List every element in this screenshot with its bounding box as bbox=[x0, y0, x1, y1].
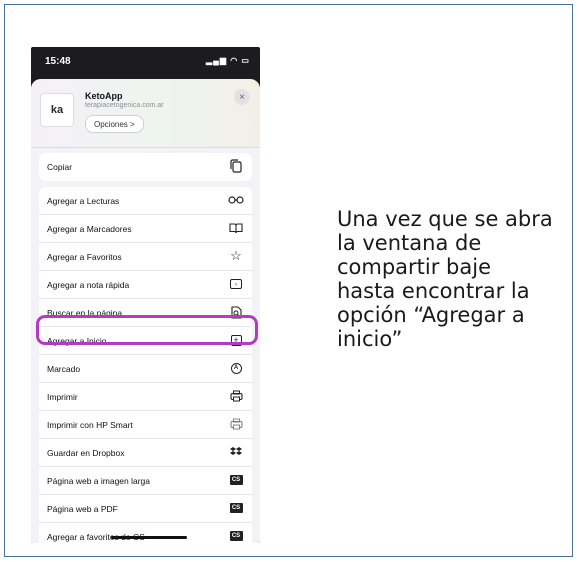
action-row-dropbox[interactable]: Guardar en Dropbox bbox=[39, 439, 252, 467]
options-button[interactable]: Opciones > bbox=[85, 115, 144, 133]
cs-icon: CS bbox=[228, 528, 244, 543]
glasses-icon bbox=[228, 192, 244, 208]
action-row-marcadores[interactable]: Agregar a Marcadores bbox=[39, 215, 252, 243]
action-label: Agregar a nota rápida bbox=[47, 280, 130, 290]
instruction-text: Una vez que se abra la ventana de compar… bbox=[337, 207, 553, 351]
markup-icon: A bbox=[228, 360, 244, 376]
action-row-imprimir[interactable]: Imprimir bbox=[39, 383, 252, 411]
status-time: 15:48 bbox=[45, 56, 71, 67]
share-sheet-header: ka KetoApp terapiacetogenica.com.ar Opci… bbox=[31, 79, 260, 148]
action-row-lecturas[interactable]: Agregar a Lecturas bbox=[39, 187, 252, 215]
cs-icon: CS bbox=[228, 500, 244, 516]
close-icon[interactable]: × bbox=[234, 89, 250, 105]
action-label: Imprimir con HP Smart bbox=[47, 420, 133, 430]
action-label: Página web a imagen larga bbox=[47, 476, 151, 486]
action-row-hp-smart[interactable]: Imprimir con HP Smart bbox=[39, 411, 252, 439]
star-icon: ☆ bbox=[230, 248, 242, 263]
action-label: Copiar bbox=[47, 162, 73, 172]
dropbox-icon bbox=[228, 444, 244, 460]
share-sheet: ka KetoApp terapiacetogenica.com.ar Opci… bbox=[31, 79, 260, 543]
action-row-imagen-larga[interactable]: Página web a imagen larga CS bbox=[39, 467, 252, 495]
action-label: Página web a PDF bbox=[47, 504, 118, 514]
action-label: Guardar en Dropbox bbox=[47, 448, 125, 458]
action-row-favoritos[interactable]: Agregar a Favoritos ☆ bbox=[39, 243, 252, 271]
action-label: Agregar a Favoritos bbox=[47, 252, 122, 262]
status-bar: 15:48 ▂▄▆ ◠ ▭ bbox=[31, 47, 260, 75]
action-label: Marcado bbox=[47, 364, 81, 374]
printer-icon bbox=[228, 388, 244, 404]
action-label: Agregar a Marcadores bbox=[47, 224, 132, 234]
cs-icon: CS bbox=[228, 472, 244, 488]
actions-group: Agregar a Lecturas Agregar a Marcadores … bbox=[39, 187, 252, 543]
action-row-copiar[interactable]: Copiar bbox=[39, 153, 252, 181]
action-row-marcado[interactable]: Marcado A bbox=[39, 355, 252, 383]
quick-note-icon: ﾍ bbox=[228, 276, 244, 292]
action-row-nota-rapida[interactable]: Agregar a nota rápida ﾍ bbox=[39, 271, 252, 299]
app-logo: ka bbox=[40, 93, 74, 127]
action-label: Imprimir bbox=[47, 392, 78, 402]
app-url: terapiacetogenica.com.ar bbox=[85, 102, 164, 109]
app-name: KetoApp bbox=[85, 91, 123, 101]
book-icon bbox=[228, 220, 244, 236]
action-row-favoritos-cs[interactable]: Agregar a favoritos de CS CS bbox=[39, 523, 252, 543]
status-indicators-icon: ▂▄▆ ◠ ▭ bbox=[206, 56, 250, 65]
highlight-outline bbox=[36, 315, 258, 345]
slide-frame: 15:48 ▂▄▆ ◠ ▭ ka KetoApp terapiacetogeni… bbox=[4, 4, 573, 557]
action-row-pdf[interactable]: Página web a PDF CS bbox=[39, 495, 252, 523]
scroll-underline bbox=[111, 536, 187, 539]
copy-icon bbox=[228, 158, 244, 174]
hp-smart-icon bbox=[228, 416, 244, 432]
phone-screenshot: 15:48 ▂▄▆ ◠ ▭ ka KetoApp terapiacetogeni… bbox=[31, 47, 260, 543]
copy-group: Copiar bbox=[39, 153, 252, 181]
action-label: Agregar a Lecturas bbox=[47, 196, 120, 206]
